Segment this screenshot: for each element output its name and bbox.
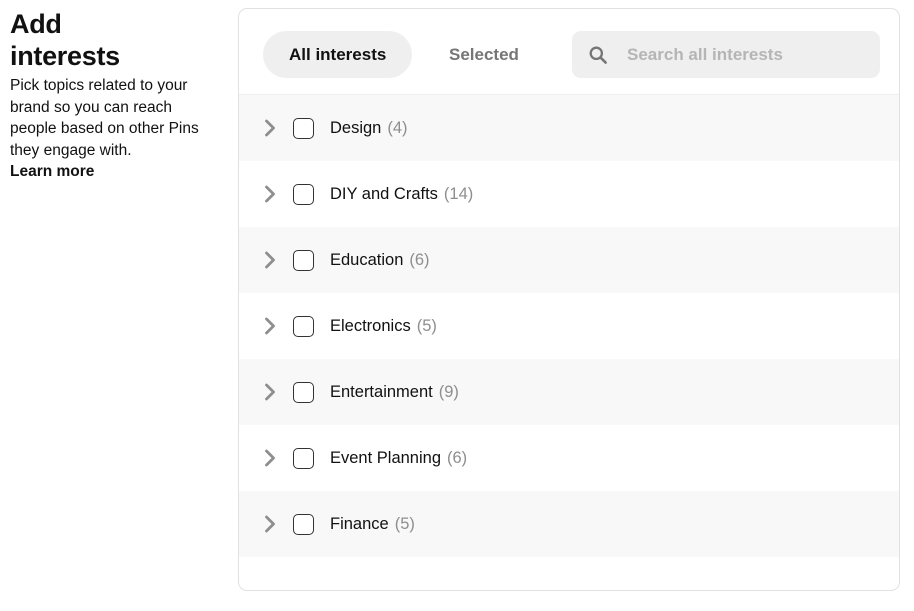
panel-description-text: Pick topics related to your brand so you… — [10, 77, 199, 159]
chevron-right-icon[interactable] — [259, 249, 281, 271]
chevron-right-icon[interactable] — [259, 447, 281, 469]
interest-label: Design — [330, 118, 382, 137]
interest-count: (5) — [416, 316, 437, 335]
interest-checkbox[interactable] — [293, 117, 314, 139]
tab-all-interests[interactable]: All interests — [263, 31, 413, 78]
interests-card: All interests Selected Design (4) DIY and … — [238, 8, 900, 591]
chevron-right-icon[interactable] — [259, 315, 281, 337]
interest-label: Finance — [330, 514, 389, 533]
search-input[interactable] — [627, 44, 864, 65]
interest-row[interactable]: DIY and Crafts (14) — [239, 161, 899, 227]
interest-count: (6) — [409, 250, 430, 269]
interest-count: (9) — [438, 382, 459, 401]
interest-count: (4) — [387, 118, 408, 137]
page-title: Add interests — [10, 9, 120, 71]
interest-row[interactable]: Design (4) — [239, 95, 899, 161]
interest-label: Electronics — [330, 316, 411, 335]
chevron-right-icon[interactable] — [259, 513, 281, 535]
interest-row[interactable]: Event Planning (6) — [239, 425, 899, 491]
interest-count: (6) — [447, 448, 468, 467]
interest-checkbox[interactable] — [293, 381, 314, 403]
interest-label: DIY and Crafts — [330, 184, 438, 203]
panel-description: Pick topics related to your brand so you… — [10, 75, 217, 183]
interest-row[interactable]: Education (6) — [239, 227, 899, 293]
search-interests-box[interactable] — [572, 31, 880, 78]
chevron-right-icon[interactable] — [259, 117, 281, 139]
interest-checkbox[interactable] — [293, 447, 314, 469]
interest-checkbox[interactable] — [293, 513, 314, 535]
tab-selected[interactable]: Selected — [435, 31, 533, 78]
chevron-right-icon[interactable] — [259, 183, 281, 205]
interest-count: (5) — [394, 514, 415, 533]
interest-checkbox[interactable] — [293, 183, 314, 205]
interest-row[interactable]: Finance (5) — [239, 491, 899, 557]
interest-list: Design (4) DIY and Crafts (14) Education (6) E… — [239, 95, 899, 557]
interest-row[interactable]: Electronics (5) — [239, 293, 899, 359]
search-icon — [589, 46, 607, 64]
interest-count: (14) — [443, 184, 474, 203]
card-header: All interests Selected — [239, 9, 899, 95]
interest-row[interactable]: Entertainment (9) — [239, 359, 899, 425]
interest-label: Event Planning — [330, 448, 441, 467]
learn-more-link[interactable]: Learn more — [10, 161, 94, 182]
interest-checkbox[interactable] — [293, 315, 314, 337]
chevron-right-icon[interactable] — [259, 381, 281, 403]
interest-checkbox[interactable] — [293, 249, 314, 271]
interest-label: Education — [330, 250, 404, 269]
interest-label: Entertainment — [330, 382, 433, 401]
interests-info-panel: Add interests Pick topics related to you… — [10, 8, 220, 183]
